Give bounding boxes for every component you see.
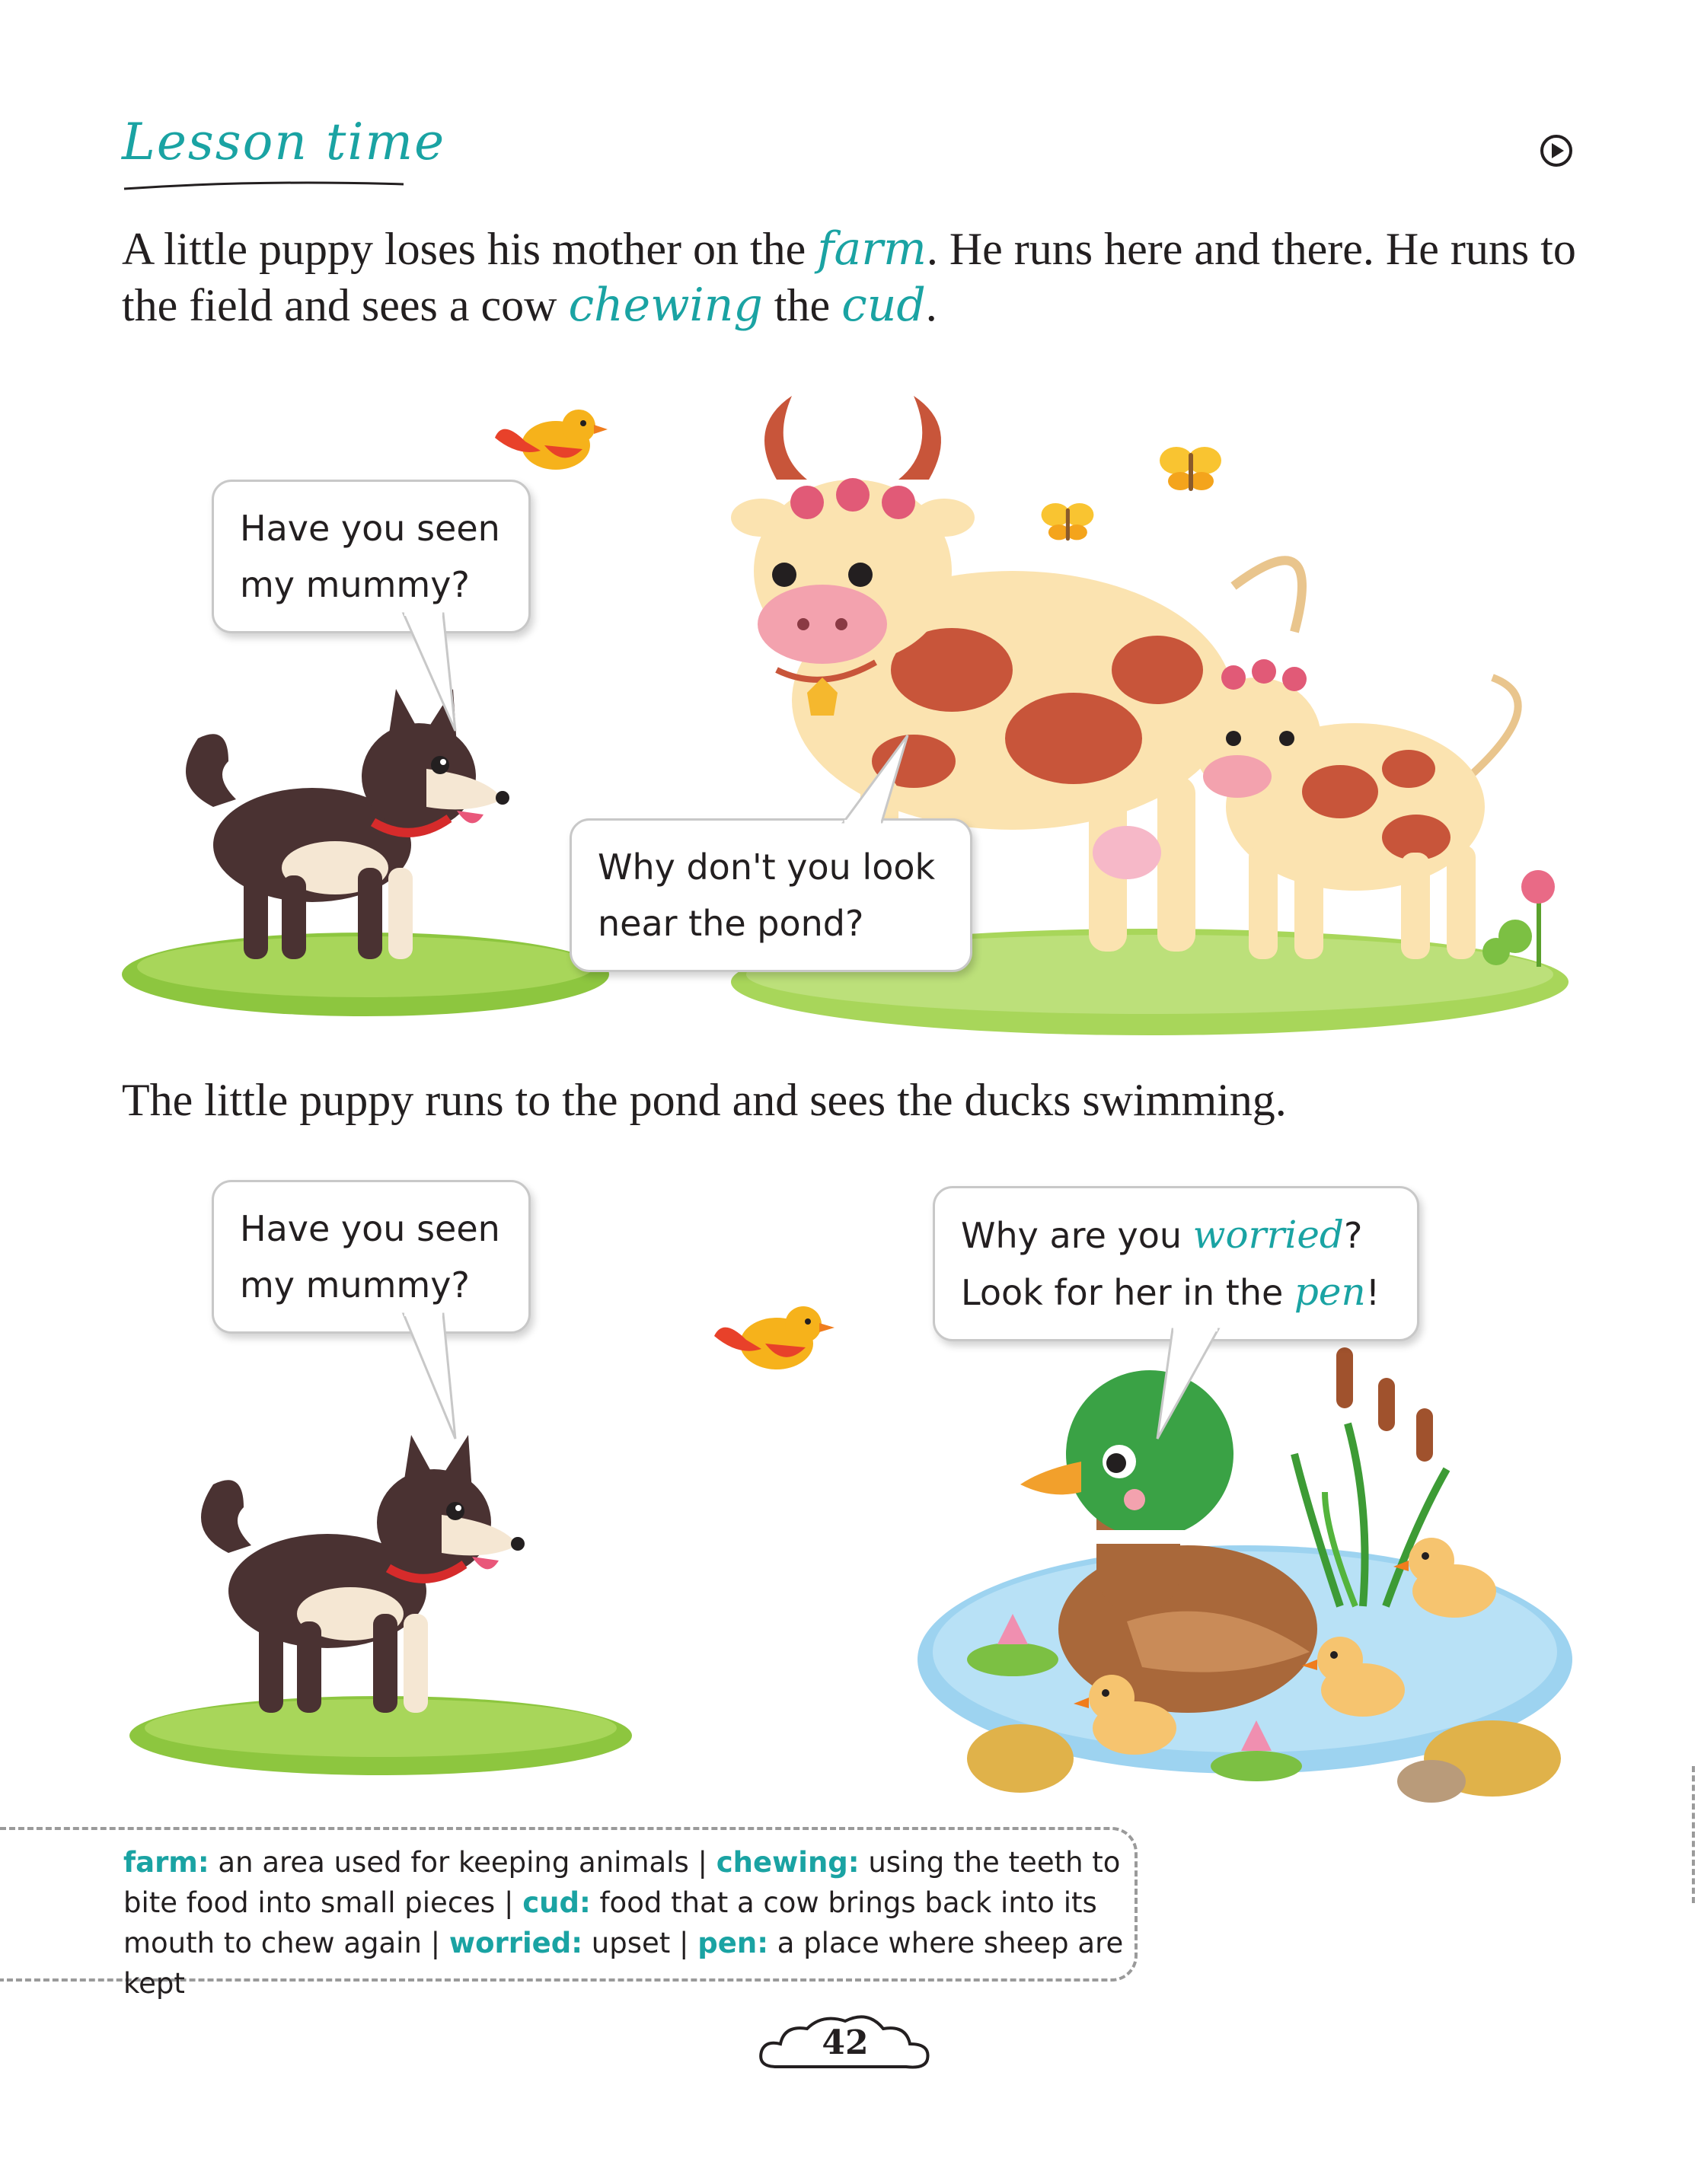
text-span: Why are you xyxy=(961,1215,1193,1256)
lily-pad xyxy=(967,1643,1058,1676)
text-span: A little puppy loses his mother on the xyxy=(122,224,818,274)
glossary-term: pen: xyxy=(697,1927,768,1959)
bubble-line: Look for her in the pen! xyxy=(961,1264,1391,1321)
bird-illustration xyxy=(495,410,608,470)
bird-illustration xyxy=(714,1306,835,1369)
page-number: 42 xyxy=(822,2023,869,2062)
speech-bubble-cow: Why don't you look near the pond? xyxy=(570,818,972,972)
puppy-illustration xyxy=(201,1435,525,1713)
butterfly-illustration xyxy=(1160,447,1221,491)
keyword-chewing: chewing xyxy=(568,279,763,332)
butterfly-illustration xyxy=(1041,502,1094,541)
bubble-tail xyxy=(841,735,909,827)
page-number-badge: 42 xyxy=(754,2010,937,2078)
bubble-line: Why don't you look xyxy=(598,846,936,888)
text-span: ! xyxy=(1365,1272,1380,1313)
glossary-term: farm: xyxy=(123,1846,209,1879)
page-edge-dashes xyxy=(1692,1766,1695,1903)
bubble-line: near the pond? xyxy=(598,903,864,944)
story-paragraph-2: The little puppy runs to the pond and se… xyxy=(122,1075,1287,1125)
keyword-pen: pen xyxy=(1294,1270,1366,1314)
bubble-tail xyxy=(401,1309,457,1440)
heading-underline xyxy=(123,181,404,190)
bubble-tail xyxy=(1156,1325,1221,1440)
glossary-definition: an area used for keeping animals | xyxy=(209,1846,716,1879)
keyword-worried: worried xyxy=(1192,1213,1344,1257)
speech-bubble-duck: Why are you worried? Look for her in the… xyxy=(933,1186,1419,1341)
keyword-cud: cud xyxy=(841,279,926,332)
text-span: ? xyxy=(1343,1215,1363,1256)
flower-illustration xyxy=(1482,870,1555,967)
glossary-term: chewing: xyxy=(716,1846,860,1879)
story-paragraph-1: A little puppy loses his mother on the f… xyxy=(122,221,1614,333)
bubble-line: my mummy? xyxy=(240,1264,470,1306)
bubble-tail xyxy=(401,609,457,732)
speech-bubble-puppy-1: Have you seen my mummy? xyxy=(212,480,531,633)
glossary-term: worried: xyxy=(448,1927,583,1959)
lesson-heading: Lesson time xyxy=(122,113,446,171)
rock xyxy=(967,1724,1074,1793)
glossary-term: cud: xyxy=(522,1886,591,1919)
text-span: the xyxy=(762,280,842,330)
play-audio-icon[interactable] xyxy=(1540,134,1573,167)
bubble-line: my mummy? xyxy=(240,564,470,605)
glossary-text: farm: an area used for keeping animals |… xyxy=(123,1842,1136,2004)
speech-bubble-puppy-2: Have you seen my mummy? xyxy=(212,1180,531,1334)
text-span: . xyxy=(925,280,937,330)
rock xyxy=(1397,1760,1466,1803)
bubble-line: Why are you worried? xyxy=(961,1207,1391,1264)
keyword-farm: farm xyxy=(817,222,927,276)
calf-illustration xyxy=(1192,659,1522,959)
text-span: Look for her in the xyxy=(961,1272,1294,1313)
bubble-line: Have you seen xyxy=(240,508,500,549)
glossary-definition: upset | xyxy=(582,1927,698,1959)
lily-pad xyxy=(1211,1751,1302,1781)
bubble-line: Have you seen xyxy=(240,1208,500,1249)
